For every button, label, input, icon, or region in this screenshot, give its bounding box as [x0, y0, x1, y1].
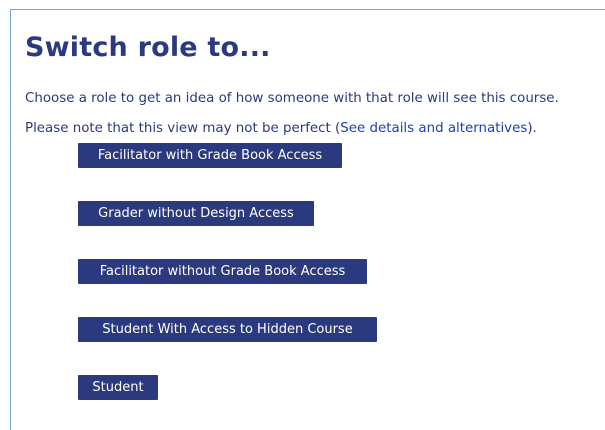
- view-note: Please note that this view may not be pe…: [25, 121, 537, 136]
- role-button-facilitator-with-grade-book[interactable]: Facilitator with Grade Book Access: [78, 143, 342, 168]
- role-button-facilitator-without-grade-book[interactable]: Facilitator without Grade Book Access: [78, 259, 367, 284]
- switch-role-panel: Switch role to... Choose a role to get a…: [10, 9, 605, 430]
- view-note-suffix: ).: [527, 121, 537, 136]
- view-note-prefix: Please note that this view may not be pe…: [25, 121, 341, 136]
- role-description: Choose a role to get an idea of how some…: [25, 91, 559, 106]
- details-alternatives-link[interactable]: See details and alternatives: [340, 121, 527, 136]
- role-button-student[interactable]: Student: [78, 375, 158, 400]
- page-title: Switch role to...: [25, 32, 271, 63]
- role-button-grader-without-design[interactable]: Grader without Design Access: [78, 201, 314, 226]
- role-button-student-hidden-course[interactable]: Student With Access to Hidden Course: [78, 317, 377, 342]
